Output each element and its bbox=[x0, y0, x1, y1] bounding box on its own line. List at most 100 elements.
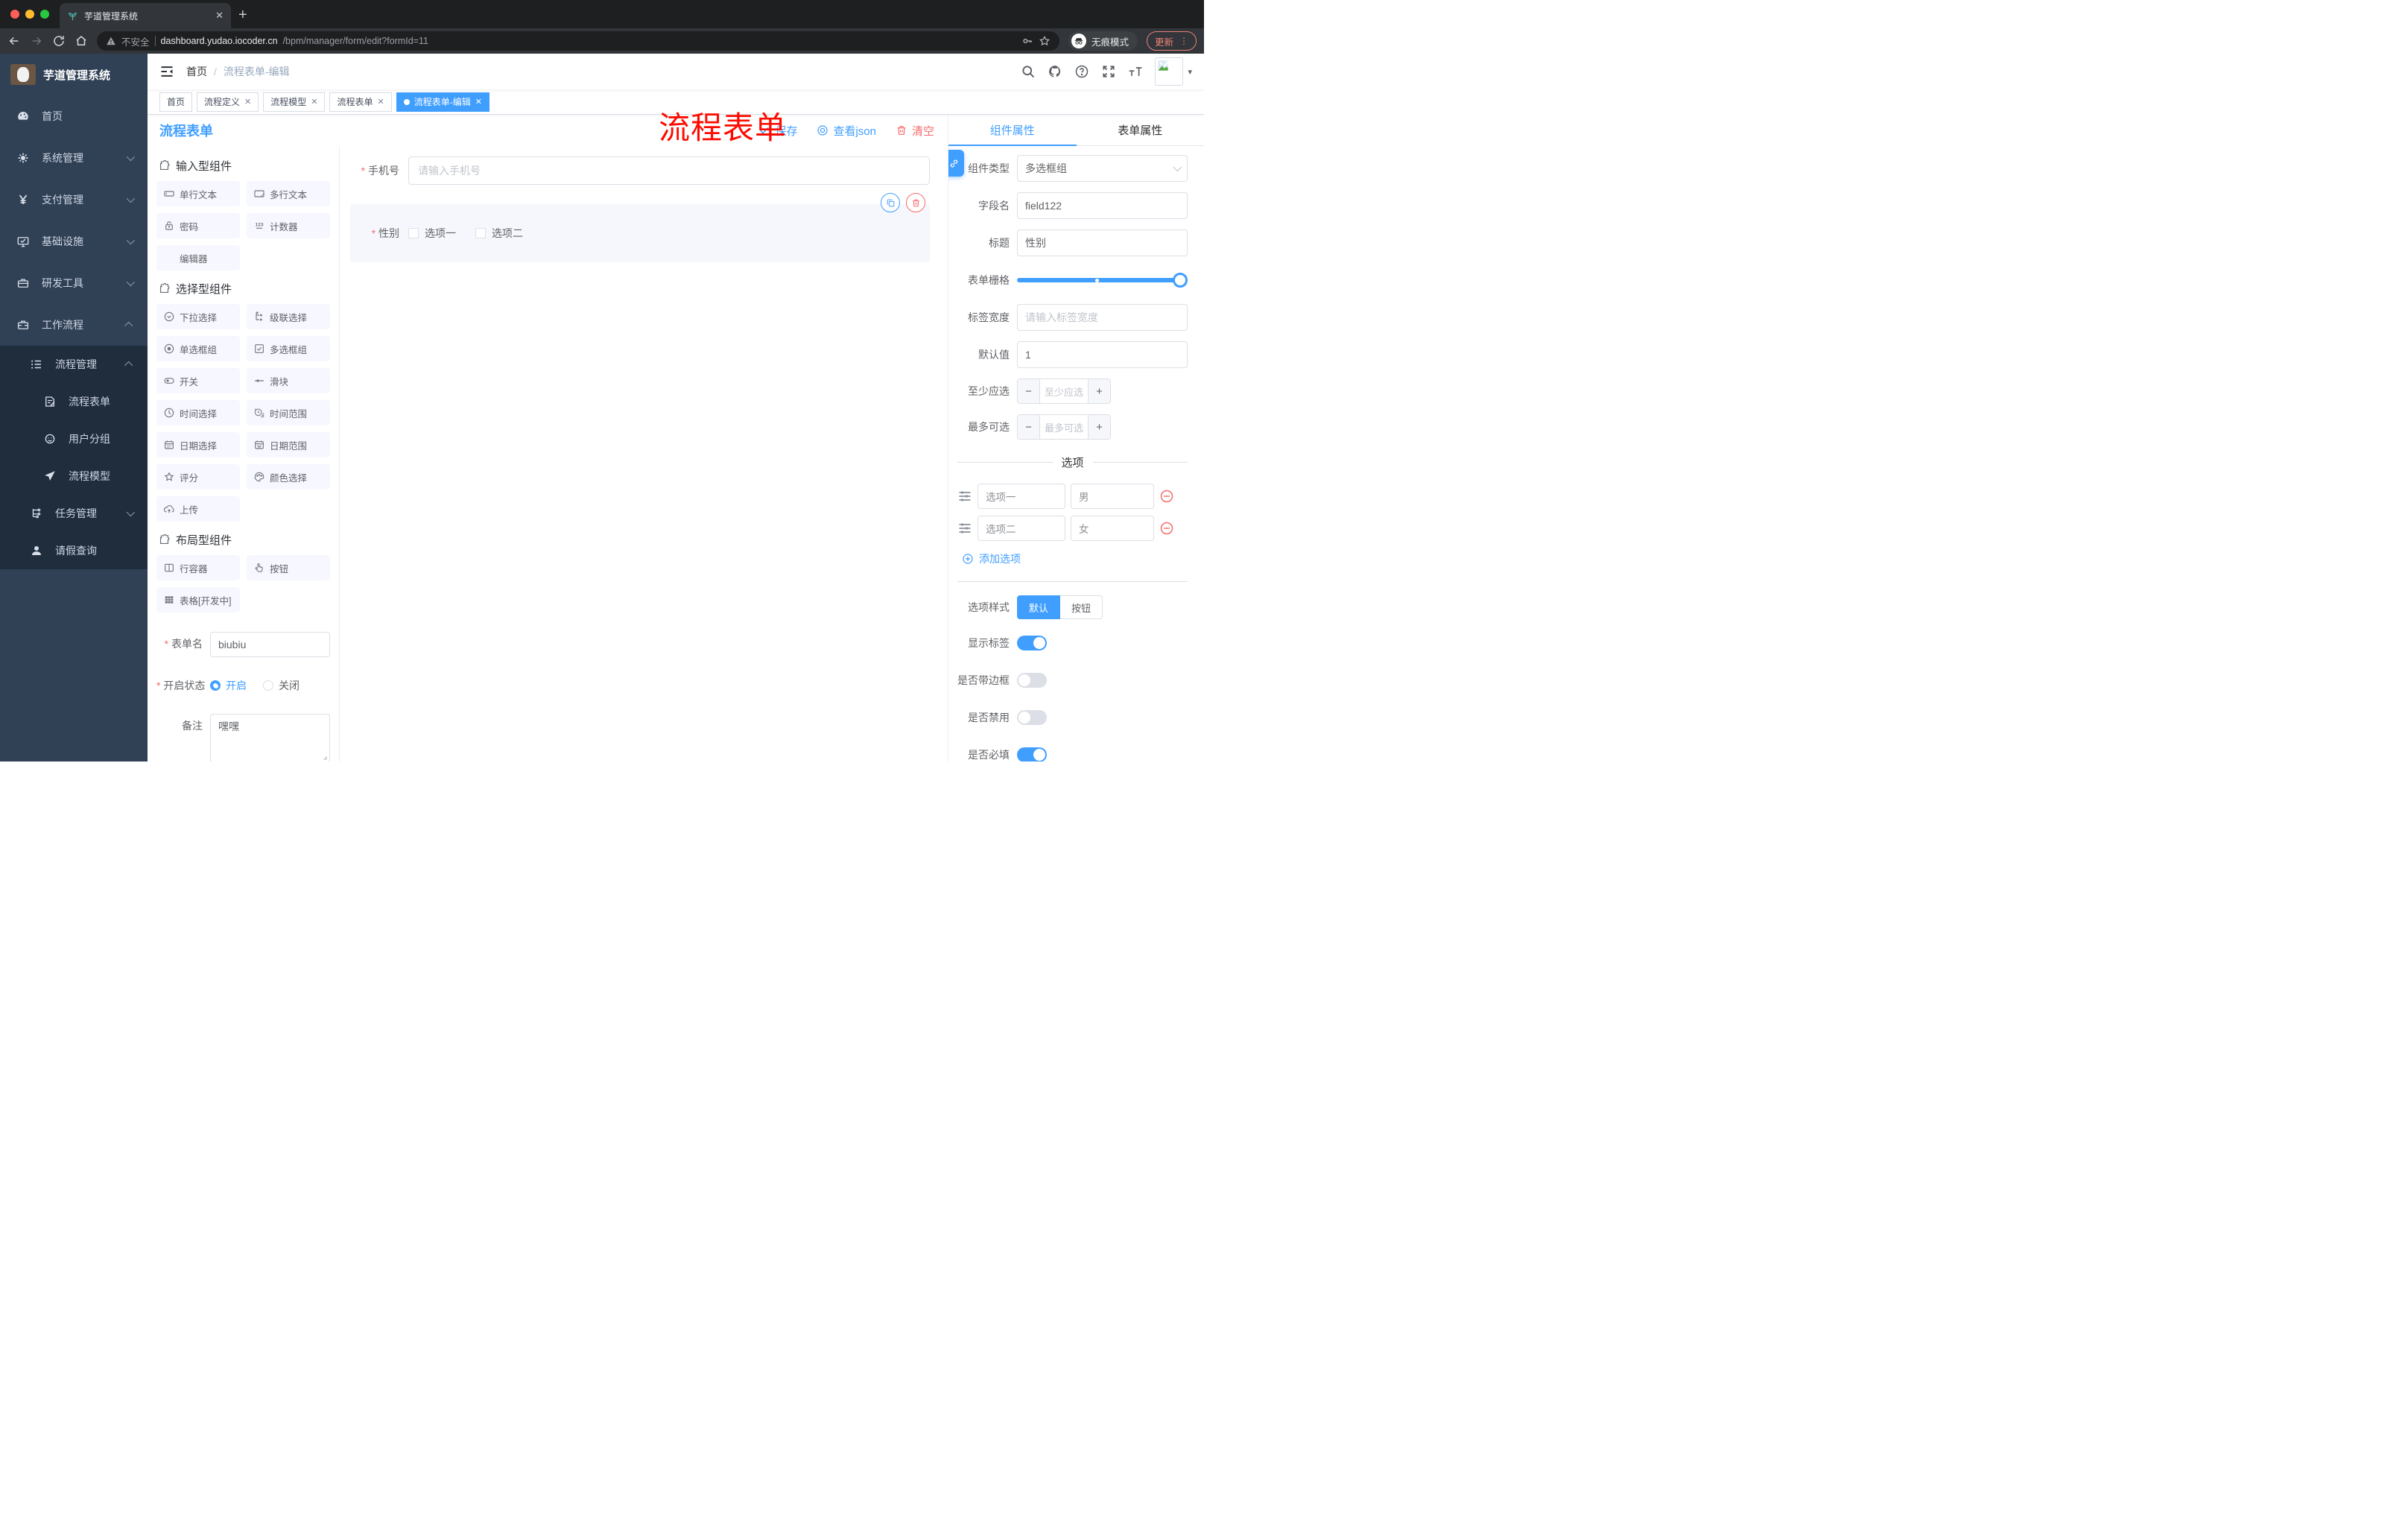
search-icon[interactable] bbox=[1021, 64, 1036, 79]
form-canvas[interactable]: 手机号 性别 bbox=[340, 146, 948, 762]
toggle-switch[interactable] bbox=[1017, 673, 1047, 688]
remark-textarea[interactable]: 嘿嘿 bbox=[210, 714, 330, 762]
palette-component-item[interactable]: 颜色选择 bbox=[247, 464, 330, 490]
star-outline-icon[interactable] bbox=[1039, 35, 1051, 47]
palette-component-item[interactable]: 密码 bbox=[156, 213, 240, 238]
palette-component-item[interactable]: 下拉选择 bbox=[156, 304, 240, 329]
style-button-button[interactable]: 按钮 bbox=[1060, 595, 1103, 619]
minimize-window-button[interactable] bbox=[25, 10, 34, 19]
reload-icon[interactable] bbox=[52, 34, 66, 48]
sidebar-item[interactable]: 支付管理 bbox=[0, 179, 148, 221]
address-bar[interactable]: 不安全 dashboard.yudao.iocoder.cn/bpm/manag… bbox=[97, 31, 1059, 51]
avatar-dropdown-caret-icon[interactable]: ▾ bbox=[1188, 67, 1192, 77]
home-icon[interactable] bbox=[75, 34, 88, 48]
decrease-icon[interactable]: − bbox=[1018, 415, 1040, 439]
decrease-icon[interactable]: − bbox=[1018, 379, 1040, 403]
link-icon[interactable] bbox=[948, 150, 964, 177]
key-icon[interactable] bbox=[1021, 35, 1033, 47]
copy-icon[interactable] bbox=[881, 193, 900, 212]
browser-tab[interactable]: 芋道管理系统 ✕ bbox=[60, 3, 231, 28]
tag-close-icon[interactable]: ✕ bbox=[378, 97, 384, 107]
sidebar-item[interactable]: 研发工具 bbox=[0, 262, 148, 304]
back-icon[interactable] bbox=[7, 34, 21, 48]
palette-component-item[interactable]: 单选框组 bbox=[156, 336, 240, 361]
max-select-stepper[interactable]: − 最多可选 + bbox=[1017, 414, 1111, 440]
option-label-input[interactable] bbox=[978, 484, 1065, 509]
fontsize-icon[interactable] bbox=[1128, 64, 1143, 79]
minus-circle-icon[interactable] bbox=[1159, 489, 1174, 504]
toggle-switch[interactable] bbox=[1017, 747, 1047, 762]
canvas-selected-component[interactable]: 性别 选项一 选项二 bbox=[350, 193, 930, 262]
sidebar-item[interactable]: 流程表单 bbox=[0, 383, 148, 420]
view-json-button[interactable]: 查看json bbox=[817, 123, 876, 139]
palette-component-item[interactable]: 编辑器 bbox=[156, 245, 240, 270]
hamburger-icon[interactable] bbox=[159, 64, 174, 79]
sidebar-item[interactable]: 流程管理 bbox=[0, 346, 148, 383]
sidebar-item[interactable]: 基础设施 bbox=[0, 221, 148, 262]
github-icon[interactable] bbox=[1048, 64, 1062, 79]
title-input[interactable] bbox=[1025, 237, 1179, 249]
palette-component-item[interactable]: 评分 bbox=[156, 464, 240, 490]
slider-track[interactable] bbox=[1017, 278, 1182, 282]
palette-component-item[interactable]: 行容器 bbox=[156, 555, 240, 580]
zoom-window-button[interactable] bbox=[40, 10, 49, 19]
field-name-input[interactable] bbox=[1025, 200, 1179, 212]
sidebar-item[interactable]: 请假查询 bbox=[0, 532, 148, 569]
grid-slider[interactable] bbox=[1017, 267, 1188, 294]
slider-handle[interactable] bbox=[1173, 273, 1188, 288]
browser-update-button[interactable]: 更新 ⋮ bbox=[1146, 31, 1197, 51]
question-icon[interactable] bbox=[1074, 64, 1089, 79]
new-tab-button[interactable]: + bbox=[238, 7, 247, 24]
add-option-button[interactable]: 添加选项 bbox=[962, 551, 1188, 566]
palette-component-item[interactable]: 日期范围 bbox=[247, 432, 330, 457]
palette-component-item[interactable]: 表格[开发中] bbox=[156, 587, 240, 612]
status-on-radio[interactable]: 开启 bbox=[210, 674, 247, 697]
label-width-input[interactable] bbox=[1025, 311, 1179, 323]
tag-view-item[interactable]: 首页 bbox=[159, 92, 193, 112]
palette-component-item[interactable]: 按钮 bbox=[247, 555, 330, 580]
gender-option-checkbox[interactable]: 选项一 bbox=[408, 226, 456, 241]
warning-icon[interactable] bbox=[106, 36, 116, 46]
tag-view-item[interactable]: 流程定义 ✕ bbox=[197, 92, 259, 112]
tag-close-icon[interactable]: ✕ bbox=[244, 97, 251, 107]
increase-icon[interactable]: + bbox=[1088, 415, 1110, 439]
component-type-select[interactable] bbox=[1017, 155, 1188, 182]
option-label-input[interactable] bbox=[978, 516, 1065, 541]
palette-component-item[interactable]: 多行文本 bbox=[247, 181, 330, 206]
palette-component-item[interactable]: 时间选择 bbox=[156, 400, 240, 425]
palette-component-item[interactable]: 日期选择 bbox=[156, 432, 240, 457]
sidebar-item[interactable]: 任务管理 bbox=[0, 495, 148, 532]
sidebar-item[interactable]: 流程模型 bbox=[0, 457, 148, 495]
sidebar-item[interactable]: 系统管理 bbox=[0, 137, 148, 179]
tab-close-icon[interactable]: ✕ bbox=[215, 10, 224, 22]
tab-component-props[interactable]: 组件属性 bbox=[948, 115, 1077, 146]
tag-close-icon[interactable]: ✕ bbox=[311, 97, 317, 107]
clear-button[interactable]: 清空 bbox=[896, 123, 934, 139]
palette-component-item[interactable]: 级联选择 bbox=[247, 304, 330, 329]
palette-component-item[interactable]: 单行文本 bbox=[156, 181, 240, 206]
tag-close-icon[interactable]: ✕ bbox=[475, 97, 482, 107]
trash-icon[interactable] bbox=[906, 193, 925, 212]
sliders-icon[interactable] bbox=[957, 489, 972, 504]
toggle-switch[interactable] bbox=[1017, 636, 1047, 650]
breadcrumb-home[interactable]: 首页 bbox=[186, 64, 207, 79]
window-controls[interactable] bbox=[0, 0, 60, 28]
close-window-button[interactable] bbox=[10, 10, 19, 19]
minus-circle-icon[interactable] bbox=[1159, 521, 1174, 536]
form-name-input[interactable] bbox=[210, 632, 330, 657]
tag-view-item[interactable]: 流程模型 ✕ bbox=[263, 92, 326, 112]
palette-component-item[interactable]: 123 计数器 bbox=[247, 213, 330, 238]
option-value-input[interactable] bbox=[1071, 484, 1154, 509]
sidebar-item[interactable]: 首页 bbox=[0, 95, 148, 137]
palette-component-item[interactable]: 时间范围 bbox=[247, 400, 330, 425]
tag-view-item[interactable]: 流程表单-编辑 ✕ bbox=[396, 92, 489, 112]
browser-menu-icon[interactable]: ⋮ bbox=[1179, 36, 1188, 46]
palette-component-item[interactable]: 开关 bbox=[156, 368, 240, 393]
sidebar-logo[interactable]: 芋道管理系统 bbox=[0, 54, 148, 95]
increase-icon[interactable]: + bbox=[1088, 379, 1110, 403]
sidebar-item[interactable]: 工作流程 bbox=[0, 304, 148, 346]
style-default-button[interactable]: 默认 bbox=[1017, 595, 1061, 619]
fullscreen-icon[interactable] bbox=[1101, 64, 1116, 79]
gender-option-checkbox[interactable]: 选项二 bbox=[475, 226, 523, 241]
tab-form-props[interactable]: 表单属性 bbox=[1077, 115, 1205, 145]
